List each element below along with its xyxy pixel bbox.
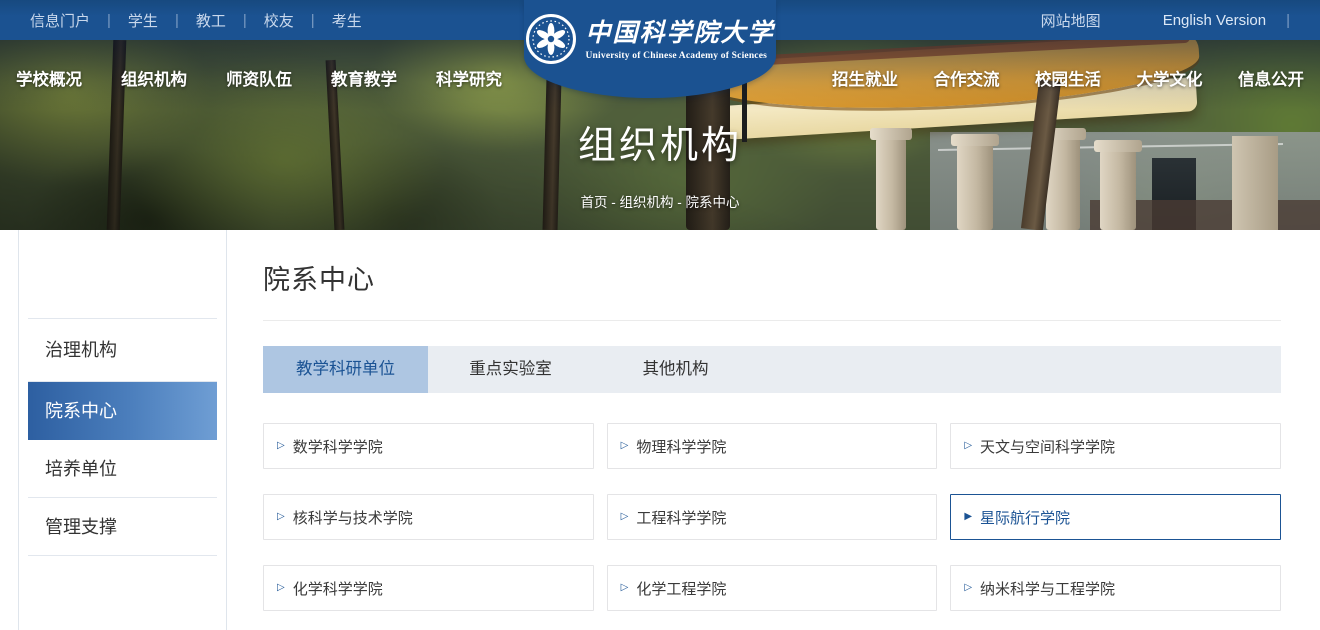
tab-bar: 教学科研单位 重点实验室 其他机构 [263, 346, 1281, 393]
main-panel: 院系中心 教学科研单位 重点实验室 其他机构 ▷ 数学科学学院 ▷ 物理科学学院… [263, 230, 1281, 611]
department-name: 化学科学学院 [293, 578, 383, 599]
department-card[interactable]: ▷ 天文与空间科学学院 [950, 423, 1281, 469]
separator: | [107, 12, 111, 29]
separator: | [311, 12, 315, 29]
separator: | [175, 12, 179, 29]
nav-item-faculty[interactable]: 师资队伍 [226, 66, 292, 90]
sidebar-item-training[interactable]: 培养单位 [28, 440, 217, 498]
nav-item-information[interactable]: 信息公开 [1238, 66, 1304, 90]
nav-item-research[interactable]: 科学研究 [436, 66, 502, 90]
logo-name-english: University of Chinese Academy of Science… [585, 51, 774, 61]
topbar-link-applicants[interactable]: 考生 [332, 10, 362, 31]
page-title: 院系中心 [263, 258, 1281, 297]
sidebar-item-departments[interactable]: 院系中心 [28, 382, 217, 440]
topbar-right-links: 网站地图 English Version | [1041, 10, 1290, 31]
logo-name-chinese: 中国科学院大学 [585, 18, 774, 48]
department-name: 星际航行学院 [980, 507, 1070, 528]
nav-item-organization[interactable]: 组织机构 [121, 66, 187, 90]
tab-teaching-research-units[interactable]: 教学科研单位 [263, 346, 428, 393]
topbar-link-alumni[interactable]: 校友 [264, 10, 294, 31]
department-card[interactable]: ▷ 化学科学学院 [263, 565, 594, 611]
sidebar-spacer [28, 230, 217, 319]
nav-item-cooperation[interactable]: 合作交流 [934, 66, 1000, 90]
english-version-link[interactable]: English Version [1163, 12, 1266, 29]
main-nav-left: 学校概况 组织机构 师资队伍 教育教学 科学研究 [16, 63, 502, 93]
triangle-icon: ▷ [277, 441, 285, 451]
breadcrumb[interactable]: 首页 - 组织机构 - 院系中心 [0, 191, 1320, 211]
department-name: 天文与空间科学学院 [980, 436, 1115, 457]
main-nav-right: 招生就业 合作交流 校园生活 大学文化 信息公开 [832, 63, 1304, 93]
nav-item-education[interactable]: 教育教学 [331, 66, 397, 90]
department-card[interactable]: ▷ 核科学与技术学院 [263, 494, 594, 540]
department-grid: ▷ 数学科学学院 ▷ 物理科学学院 ▷ 天文与空间科学学院 ▷ 核科学与技术学院… [263, 423, 1281, 611]
department-card[interactable]: ▷ 纳米科学与工程学院 [950, 565, 1281, 611]
triangle-icon: ▶ [964, 512, 972, 522]
department-name: 物理科学学院 [636, 436, 726, 457]
sidebar: 治理机构 院系中心 培养单位 管理支撑 [18, 230, 227, 630]
title-divider [263, 320, 1281, 321]
triangle-icon: ▷ [964, 583, 972, 593]
department-name: 工程科学学院 [636, 507, 726, 528]
department-card-highlighted[interactable]: ▶ 星际航行学院 [950, 494, 1281, 540]
triangle-icon: ▷ [964, 441, 972, 451]
tab-other-institutions[interactable]: 其他机构 [593, 346, 758, 393]
sidebar-item-governance[interactable]: 治理机构 [28, 319, 217, 382]
nav-item-campus-life[interactable]: 校园生活 [1035, 66, 1101, 90]
department-card[interactable]: ▷ 工程科学学院 [607, 494, 938, 540]
triangle-icon: ▷ [277, 583, 285, 593]
page-content: 治理机构 院系中心 培养单位 管理支撑 院系中心 教学科研单位 重点实验室 其他… [0, 230, 1320, 630]
department-name: 数学科学学院 [293, 436, 383, 457]
department-card[interactable]: ▷ 数学科学学院 [263, 423, 594, 469]
tab-key-laboratories[interactable]: 重点实验室 [428, 346, 593, 393]
topbar-left-links: 信息门户 | 学生 | 教工 | 校友 | 考生 [30, 10, 362, 31]
triangle-icon: ▷ [621, 583, 629, 593]
triangle-icon: ▷ [277, 512, 285, 522]
topbar-link-students[interactable]: 学生 [128, 10, 158, 31]
department-card[interactable]: ▷ 化学工程学院 [607, 565, 938, 611]
sidebar-item-management[interactable]: 管理支撑 [28, 498, 217, 556]
separator: | [1286, 12, 1290, 29]
banner-title: 组织机构 [0, 114, 1320, 169]
nav-item-admissions[interactable]: 招生就业 [832, 66, 898, 90]
triangle-icon: ▷ [621, 441, 629, 451]
topbar-link-portal[interactable]: 信息门户 [30, 10, 90, 31]
university-emblem-icon [525, 13, 577, 65]
logo-text: 中国科学院大学 University of Chinese Academy of… [585, 18, 774, 61]
topbar-link-faculty[interactable]: 教工 [196, 10, 226, 31]
department-name: 化学工程学院 [636, 578, 726, 599]
department-name: 核科学与技术学院 [293, 507, 413, 528]
department-name: 纳米科学与工程学院 [980, 578, 1115, 599]
logo-inner: 中国科学院大学 University of Chinese Academy of… [525, 13, 774, 65]
nav-item-about[interactable]: 学校概况 [16, 66, 82, 90]
department-card[interactable]: ▷ 物理科学学院 [607, 423, 938, 469]
separator: | [243, 12, 247, 29]
sitemap-link[interactable]: 网站地图 [1041, 10, 1101, 31]
university-logo[interactable]: 中国科学院大学 University of Chinese Academy of… [524, 0, 776, 98]
triangle-icon: ▷ [621, 512, 629, 522]
nav-item-culture[interactable]: 大学文化 [1137, 66, 1203, 90]
